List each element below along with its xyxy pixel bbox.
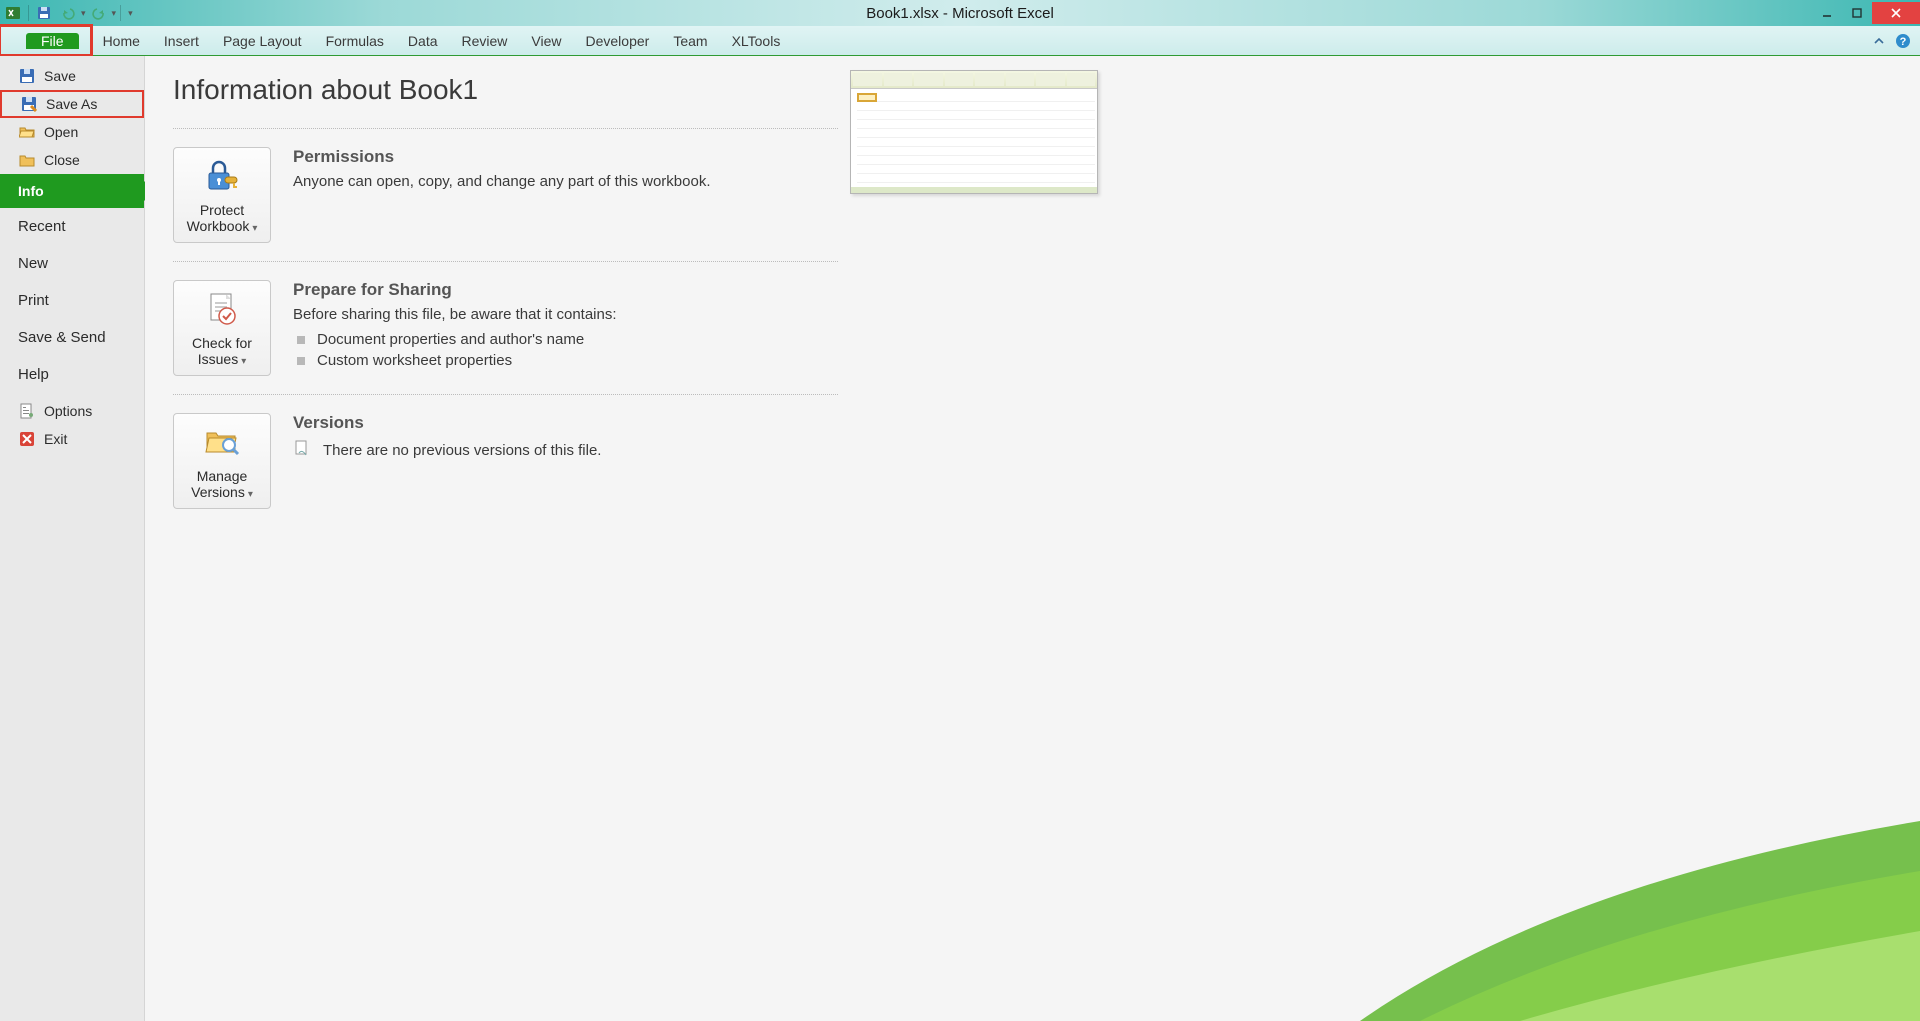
sidebar-item-save-as[interactable]: Save As xyxy=(0,90,144,118)
tab-view[interactable]: View xyxy=(519,26,573,55)
excel-app-icon[interactable] xyxy=(2,3,24,23)
sidebar-item-new[interactable]: New xyxy=(0,245,144,282)
sidebar-item-label: Recent xyxy=(18,218,66,235)
sidebar-item-recent[interactable]: Recent xyxy=(0,208,144,245)
save-icon xyxy=(18,67,36,85)
check-for-issues-button[interactable]: Check forIssues▾ xyxy=(173,280,271,376)
bullet-icon xyxy=(297,336,305,344)
sidebar-item-save-send[interactable]: Save & Send xyxy=(0,319,144,356)
exit-icon xyxy=(18,430,36,448)
ribbon-tabs: File Home Insert Page Layout Formulas Da… xyxy=(0,26,1920,56)
section-versions: ManageVersions▾ Versions There are no pr… xyxy=(173,394,838,527)
sidebar-item-label: Save xyxy=(44,68,76,84)
minimize-ribbon-icon[interactable] xyxy=(1870,32,1888,50)
tab-team[interactable]: Team xyxy=(661,26,719,55)
dropdown-caret-icon: ▾ xyxy=(252,223,257,234)
qat-redo-icon[interactable] xyxy=(88,3,110,23)
qat-separator xyxy=(120,5,121,21)
folder-magnify-icon xyxy=(202,422,242,462)
highlight-file-tab: File xyxy=(0,26,91,55)
prepare-list-item: Document properties and author's name xyxy=(297,329,838,350)
sidebar-item-label: New xyxy=(18,255,48,272)
sidebar-item-label: Open xyxy=(44,124,78,140)
folder-close-icon xyxy=(18,151,36,169)
quick-access-toolbar: ▾ ▾ ▾ xyxy=(0,3,136,23)
bullet-icon xyxy=(297,357,305,365)
sidebar-item-label: Print xyxy=(18,292,49,309)
info-content: Information about Book1 ProtectWorkbook▾… xyxy=(145,56,1920,1021)
svg-text:?: ? xyxy=(1900,36,1907,48)
sidebar-item-info[interactable]: Info xyxy=(0,174,144,208)
manage-versions-button[interactable]: ManageVersions▾ xyxy=(173,413,271,509)
prepare-list-item: Custom worksheet properties xyxy=(297,350,838,371)
decorative-swoosh xyxy=(1360,801,1920,1021)
sidebar-item-label: Save & Send xyxy=(18,329,106,346)
sidebar-item-label: Save As xyxy=(46,96,97,112)
section-permissions: ProtectWorkbook▾ Permissions Anyone can … xyxy=(173,128,838,261)
sidebar-item-close[interactable]: Close xyxy=(0,146,144,174)
versions-text: There are no previous versions of this f… xyxy=(323,442,601,459)
sidebar-item-open[interactable]: Open xyxy=(0,118,144,146)
document-version-icon xyxy=(293,439,311,461)
sidebar-item-label: Options xyxy=(44,403,92,419)
protect-workbook-button[interactable]: ProtectWorkbook▾ xyxy=(173,147,271,243)
tab-file[interactable]: File xyxy=(26,33,79,49)
minimize-button[interactable] xyxy=(1812,2,1842,24)
close-button[interactable] xyxy=(1872,2,1920,24)
tab-page-layout[interactable]: Page Layout xyxy=(211,26,314,55)
prepare-heading: Prepare for Sharing xyxy=(293,280,838,300)
qat-customize-dropdown-icon[interactable]: ▾ xyxy=(125,8,136,19)
qat-undo-icon[interactable] xyxy=(57,3,79,23)
tab-formulas[interactable]: Formulas xyxy=(314,26,396,55)
permissions-text: Anyone can open, copy, and change any pa… xyxy=(293,173,838,190)
sidebar-item-label: Info xyxy=(18,183,44,199)
sidebar-item-exit[interactable]: Exit xyxy=(0,425,144,453)
sidebar-item-save[interactable]: Save xyxy=(0,62,144,90)
folder-open-icon xyxy=(18,123,36,141)
workbook-thumbnail xyxy=(850,70,1098,194)
window-controls xyxy=(1812,2,1920,24)
document-check-icon xyxy=(202,289,242,329)
tab-developer[interactable]: Developer xyxy=(574,26,662,55)
dropdown-caret-icon: ▾ xyxy=(248,489,253,500)
options-icon xyxy=(18,402,36,420)
window-title: Book1.xlsx - Microsoft Excel xyxy=(866,5,1054,22)
sidebar-item-print[interactable]: Print xyxy=(0,282,144,319)
permissions-heading: Permissions xyxy=(293,147,838,167)
backstage-leftnav: Save Save As Open Close Info Recent xyxy=(0,56,145,1021)
sidebar-item-label: Exit xyxy=(44,431,67,447)
prepare-text: Before sharing this file, be aware that … xyxy=(293,306,838,323)
backstage-view: Save Save As Open Close Info Recent xyxy=(0,56,1920,1021)
tab-data[interactable]: Data xyxy=(396,26,450,55)
sidebar-item-label: Close xyxy=(44,152,80,168)
help-icon[interactable]: ? xyxy=(1894,32,1912,50)
versions-heading: Versions xyxy=(293,413,838,433)
sidebar-item-label: Help xyxy=(18,366,49,383)
tab-insert[interactable]: Insert xyxy=(152,26,211,55)
tab-xltools[interactable]: XLTools xyxy=(720,26,793,55)
save-as-icon xyxy=(20,95,38,113)
dropdown-caret-icon: ▾ xyxy=(241,356,246,367)
tab-home[interactable]: Home xyxy=(91,26,152,55)
qat-save-icon[interactable] xyxy=(33,3,55,23)
qat-redo-dropdown-icon[interactable]: ▾ xyxy=(112,8,117,19)
sidebar-item-help[interactable]: Help xyxy=(0,356,144,393)
titlebar: ▾ ▾ ▾ Book1.xlsx - Microsoft Excel xyxy=(0,0,1920,26)
lock-key-icon xyxy=(202,156,242,196)
tab-review[interactable]: Review xyxy=(450,26,520,55)
section-prepare-sharing: Check forIssues▾ Prepare for Sharing Bef… xyxy=(173,261,838,394)
qat-undo-dropdown-icon[interactable]: ▾ xyxy=(81,8,86,19)
qat-separator xyxy=(28,5,29,21)
maximize-button[interactable] xyxy=(1842,2,1872,24)
sidebar-item-options[interactable]: Options xyxy=(0,397,144,425)
